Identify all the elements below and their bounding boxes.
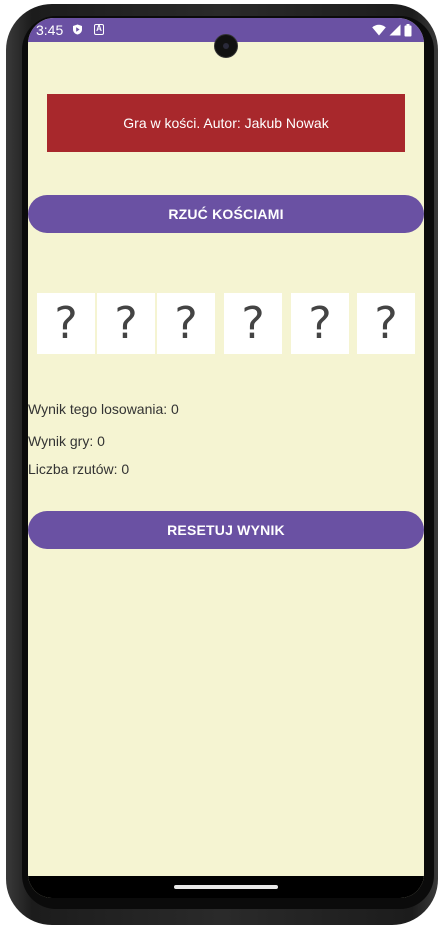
roll-score-label: Wynik tego losowania: 0 (28, 401, 179, 417)
roll-count-label: Liczba rzutów: 0 (28, 461, 130, 477)
die-3: ? (157, 293, 215, 354)
cellular-signal-icon (389, 24, 401, 36)
game-score-label: Wynik gry: 0 (28, 433, 105, 449)
battery-icon (404, 23, 412, 36)
die-2: ? (97, 293, 155, 354)
app-title: Gra w kości. Autor: Jakub Nowak (123, 115, 329, 131)
wifi-icon (372, 24, 386, 36)
reset-score-button[interactable]: RESETUJ WYNIK (28, 511, 424, 549)
status-icons (372, 23, 412, 37)
device-screen: 3:45 A Gra w kości. Autor: Jakub Nowak R… (28, 18, 424, 898)
app-title-banner: Gra w kości. Autor: Jakub Nowak (47, 94, 405, 152)
status-time: 3:45 (36, 22, 64, 38)
die-6: ? (357, 293, 415, 354)
die-4: ? (224, 293, 282, 354)
die-5: ? (291, 293, 349, 354)
navigation-bar (28, 876, 424, 898)
play-protect-icon (73, 24, 82, 35)
die-1: ? (37, 293, 95, 354)
front-camera-icon (214, 34, 238, 58)
accessibility-a-icon: A (94, 24, 104, 35)
roll-dice-button[interactable]: RZUĆ KOŚCIAMI (28, 195, 424, 233)
home-gesture-handle-icon[interactable] (174, 885, 278, 889)
